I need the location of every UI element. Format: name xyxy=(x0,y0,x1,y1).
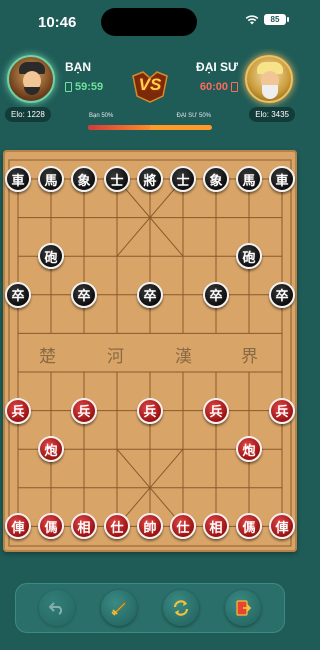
status-bar: 10:46 85 xyxy=(0,0,300,44)
vs-label: VS xyxy=(138,75,162,94)
black-piece[interactable]: 象 xyxy=(203,166,229,192)
wifi-icon xyxy=(245,14,259,24)
black-piece[interactable]: 卒 xyxy=(5,281,31,308)
river-char-4: 界 xyxy=(241,347,258,366)
black-piece[interactable]: 砲 xyxy=(38,243,64,270)
flip-board-icon xyxy=(173,600,189,616)
hourglass-icon xyxy=(231,82,238,92)
win-ratio-fill xyxy=(88,125,150,130)
river-char-3: 漢 xyxy=(175,347,192,366)
avatar-beard xyxy=(24,87,40,95)
red-piece[interactable]: 兵 xyxy=(203,397,229,424)
black-piece[interactable]: 車 xyxy=(269,166,295,192)
river-char-2: 河 xyxy=(107,347,124,366)
opponent-name: ĐẠI SƯ xyxy=(196,60,238,74)
red-piece[interactable]: 兵 xyxy=(137,397,163,424)
my-win-percent: Bạn 50% xyxy=(89,113,114,119)
opponent-avatar[interactable] xyxy=(245,55,293,103)
opponent-timer: 60:00 xyxy=(200,81,238,93)
black-piece[interactable]: 卒 xyxy=(137,281,163,308)
opponent-win-percent: ĐẠI SƯ 50% xyxy=(176,113,211,119)
black-piece[interactable]: 砲 xyxy=(236,243,262,270)
flip-board-button[interactable] xyxy=(163,590,199,626)
win-ratio-bar xyxy=(88,125,212,130)
red-piece[interactable]: 炮 xyxy=(38,436,64,463)
opponent-timer-value: 60:00 xyxy=(199,81,228,93)
black-piece[interactable]: 將 xyxy=(137,166,163,192)
hint-sword-icon xyxy=(111,601,126,616)
battery-level: 85 xyxy=(270,15,280,24)
undo-icon xyxy=(49,602,63,615)
red-piece[interactable]: 炮 xyxy=(236,436,262,463)
black-piece[interactable]: 卒 xyxy=(203,281,229,308)
my-timer: 59:59 xyxy=(65,81,103,93)
my-elo: Elo: 1228 xyxy=(5,107,51,122)
hourglass-icon xyxy=(65,82,72,92)
red-piece[interactable]: 兵 xyxy=(5,397,31,424)
vs-badge: VS xyxy=(129,70,171,104)
exit-door-icon xyxy=(236,600,252,616)
avatar-beard xyxy=(262,85,278,99)
my-timer-value: 59:59 xyxy=(75,81,104,93)
black-piece[interactable]: 卒 xyxy=(71,281,97,308)
black-piece[interactable]: 士 xyxy=(170,166,196,192)
river-char-1: 楚 xyxy=(39,347,56,366)
black-piece[interactable]: 士 xyxy=(104,166,130,192)
my-avatar[interactable] xyxy=(7,55,55,103)
exit-button[interactable] xyxy=(225,590,261,626)
status-time: 10:46 xyxy=(38,14,77,31)
red-piece[interactable]: 兵 xyxy=(269,397,295,424)
status-icons: 85 xyxy=(245,14,289,25)
black-piece[interactable]: 象 xyxy=(71,166,97,192)
xiangqi-board[interactable]: 楚 河 漢 界 車馬象士將士象馬車砲砲卒卒卒卒卒兵兵兵兵兵炮炮俥傌相仕帥仕相傌俥 xyxy=(3,150,297,552)
black-piece[interactable]: 馬 xyxy=(38,166,64,192)
red-piece[interactable]: 兵 xyxy=(71,397,97,424)
opponent-elo: Elo: 3435 xyxy=(249,107,295,122)
my-name: BẠN xyxy=(65,60,91,74)
dynamic-island xyxy=(101,8,197,36)
battery-icon: 85 xyxy=(264,14,289,25)
black-piece[interactable]: 卒 xyxy=(269,281,295,308)
undo-button[interactable] xyxy=(39,590,75,626)
bottom-toolbar xyxy=(15,583,285,633)
black-piece[interactable]: 車 xyxy=(5,166,31,192)
hint-button[interactable] xyxy=(101,590,137,626)
black-piece[interactable]: 馬 xyxy=(236,166,262,192)
